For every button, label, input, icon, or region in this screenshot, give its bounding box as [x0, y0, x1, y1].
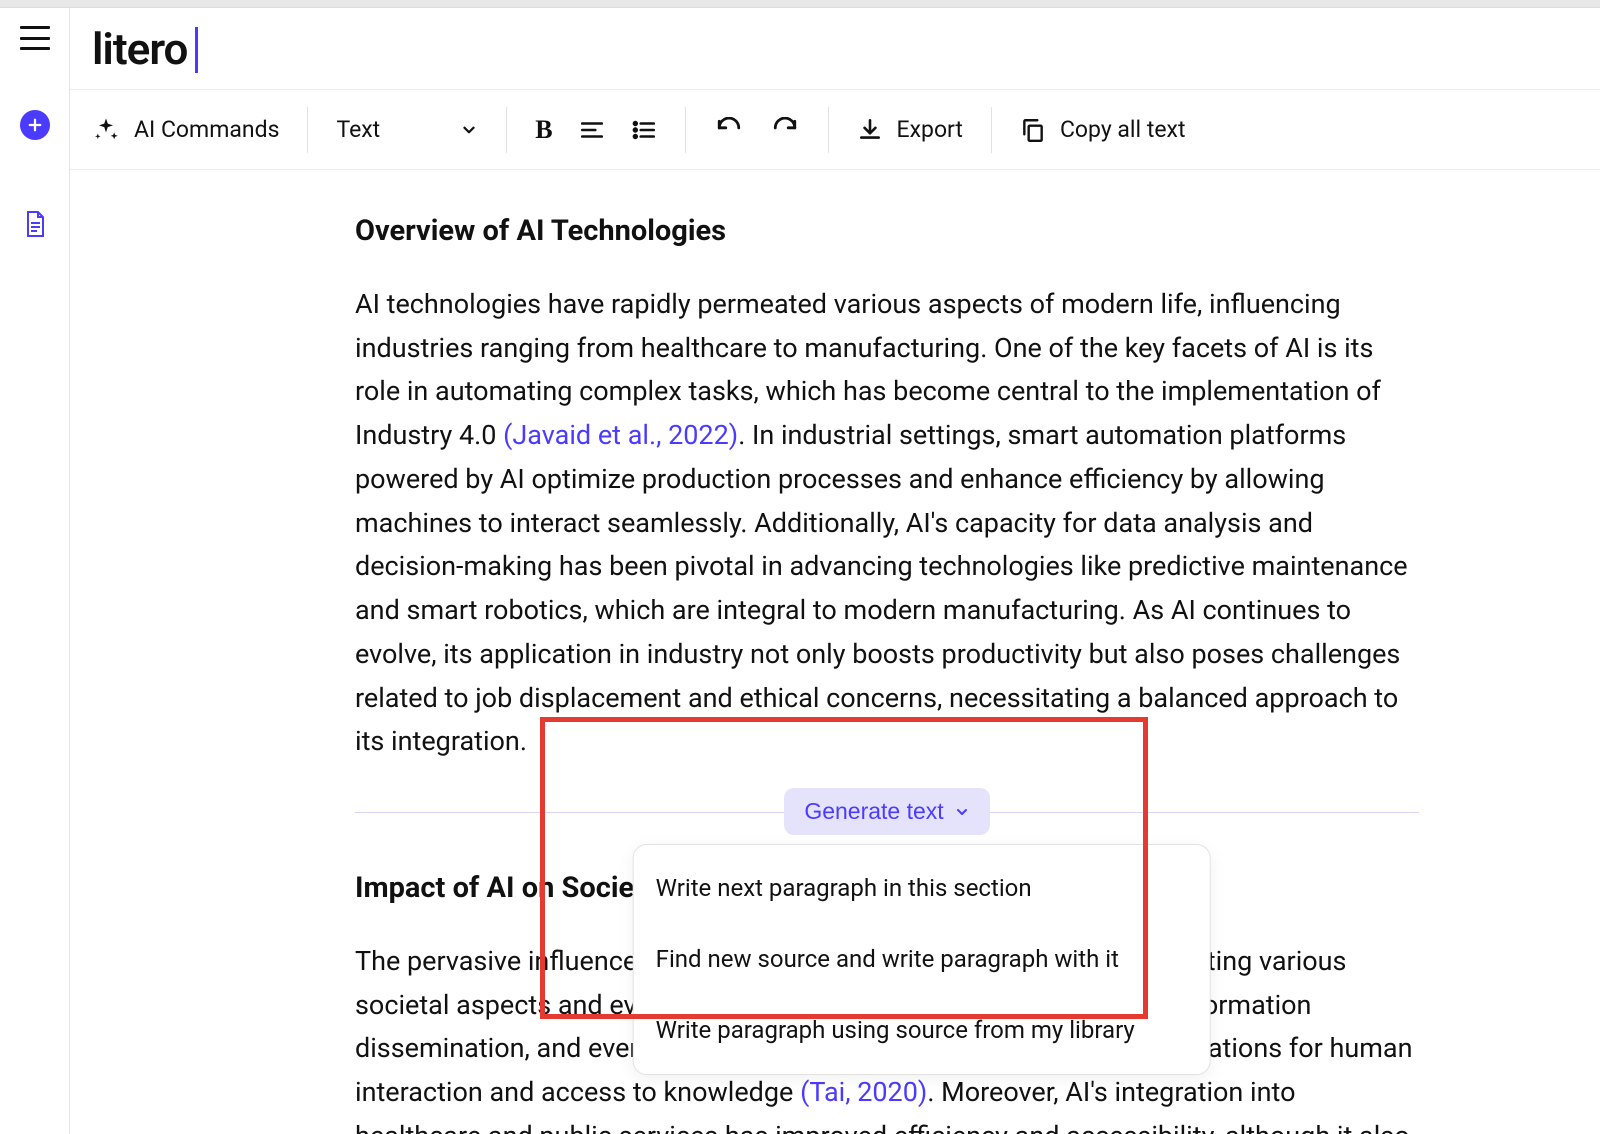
- brand-row: litero: [70, 8, 1600, 90]
- export-label: Export: [897, 116, 963, 143]
- ai-commands-button[interactable]: AI Commands: [92, 116, 279, 144]
- align-button[interactable]: [579, 117, 605, 143]
- copy-all-button[interactable]: Copy all text: [1020, 116, 1186, 143]
- generate-text-button[interactable]: Generate text: [784, 788, 989, 835]
- menu-button[interactable]: [20, 26, 50, 50]
- brand-text: litero: [92, 23, 187, 75]
- document-body[interactable]: Overview of AI Technologies AI technolog…: [215, 170, 1455, 1134]
- style-dropdown-label: Text: [336, 116, 380, 143]
- generate-text-label: Generate text: [804, 798, 943, 825]
- paragraph-text: . In industrial settings, smart automati…: [355, 419, 1408, 757]
- document-icon: [23, 210, 47, 238]
- style-dropdown[interactable]: Text: [336, 116, 478, 143]
- copy-icon: [1020, 117, 1046, 143]
- generate-menu-item-find-source[interactable]: Find new source and write paragraph with…: [634, 924, 1210, 995]
- list-button[interactable]: [631, 117, 657, 143]
- undo-icon: [714, 117, 744, 143]
- chevron-down-icon: [460, 121, 478, 139]
- chevron-down-icon: [954, 804, 970, 820]
- bold-button[interactable]: B: [535, 115, 552, 145]
- redo-button[interactable]: [770, 117, 800, 143]
- download-icon: [857, 117, 883, 143]
- brand-cursor: [195, 27, 198, 73]
- generate-menu-item-next-paragraph[interactable]: Write next paragraph in this section: [634, 853, 1210, 924]
- ai-commands-label: AI Commands: [134, 116, 279, 143]
- main-column: litero AI Commands: [70, 8, 1600, 1134]
- redo-icon: [770, 117, 800, 143]
- copy-all-label: Copy all text: [1060, 116, 1186, 143]
- section-heading[interactable]: Overview of AI Technologies: [355, 208, 1419, 255]
- undo-button[interactable]: [714, 117, 744, 143]
- toolbar: AI Commands Text B: [70, 90, 1600, 170]
- new-document-button[interactable]: [20, 110, 50, 140]
- citation-link[interactable]: (Javaid et al., 2022): [503, 419, 738, 451]
- export-button[interactable]: Export: [857, 116, 963, 143]
- plus-icon: [26, 116, 44, 134]
- generate-menu-item-library-source[interactable]: Write paragraph using source from my lib…: [634, 995, 1210, 1066]
- sparkle-icon: [92, 116, 120, 144]
- generate-text-row: Generate text Write next paragraph in th…: [355, 788, 1419, 835]
- app-root: litero AI Commands: [0, 8, 1600, 1134]
- left-rail: [0, 8, 70, 1134]
- citation-link[interactable]: (Tai, 2020): [800, 1076, 927, 1108]
- align-left-icon: [579, 117, 605, 143]
- paragraph[interactable]: AI technologies have rapidly permeated v…: [355, 283, 1419, 764]
- documents-button[interactable]: [23, 210, 47, 238]
- bullet-list-icon: [631, 117, 657, 143]
- browser-tab-strip: [0, 0, 1600, 8]
- generate-text-menu: Write next paragraph in this section Fin…: [633, 844, 1211, 1075]
- brand-logo[interactable]: litero: [92, 23, 198, 75]
- editor-scroll[interactable]: Overview of AI Technologies AI technolog…: [70, 170, 1600, 1134]
